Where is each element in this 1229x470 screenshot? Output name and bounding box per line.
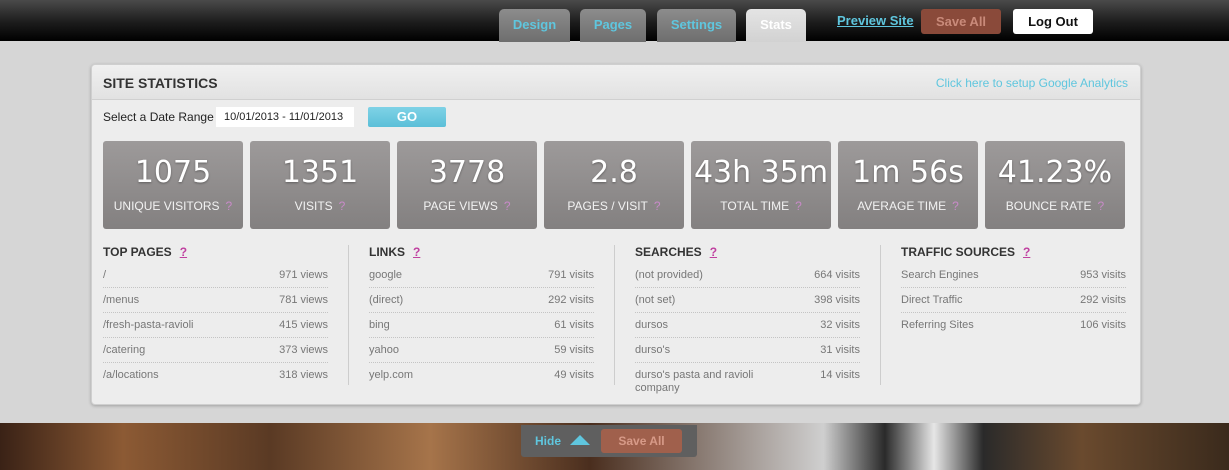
google-analytics-setup-link[interactable]: Click here to setup Google Analytics <box>936 76 1128 90</box>
list-item: durso's pasta and ravioli company 14 visi… <box>635 369 860 394</box>
searches-list: SEARCHES? (not provided) 664 visits (not … <box>635 245 860 397</box>
stat-label: TOTAL TIME? <box>720 199 802 213</box>
list-item: Referring Sites 106 visits <box>901 319 1126 331</box>
go-button[interactable]: GO <box>368 107 446 127</box>
help-icon[interactable]: ? <box>952 199 959 213</box>
tab-pages[interactable]: Pages <box>580 9 646 42</box>
stat-label: BOUNCE RATE? <box>1005 199 1105 213</box>
traffic-sources-list: TRAFFIC SOURCES? Search Engines 953 visit… <box>901 245 1126 338</box>
column-heading: LINKS? <box>369 245 421 259</box>
column-heading: SEARCHES? <box>635 245 718 259</box>
stat-unique-visitors: 1075 UNIQUE VISITORS? <box>103 141 243 229</box>
stat-label: PAGES / VISIT? <box>567 199 661 213</box>
stat-bounce-rate: 41.23% BOUNCE RATE? <box>985 141 1125 229</box>
column-heading: TOP PAGES? <box>103 245 188 259</box>
top-pages-list: TOP PAGES? /971 views /menus 781 views /f… <box>103 245 328 388</box>
stat-value: 1351 <box>281 155 359 190</box>
tab-settings[interactable]: Settings <box>657 9 736 42</box>
panel-title: SITE STATISTICS <box>103 75 218 91</box>
list-item: Search Engines 953 visits <box>901 263 1126 288</box>
list-item: google 791 visits <box>369 263 594 288</box>
tab-stats[interactable]: Stats <box>746 9 806 42</box>
list-item: bing 61 visits <box>369 313 594 338</box>
list-item: dursos 32 visits <box>635 313 860 338</box>
stat-value: 1075 <box>134 155 212 190</box>
help-icon[interactable]: ? <box>1023 245 1030 259</box>
stat-page-views: 3778 PAGE VIEWS? <box>397 141 537 229</box>
list-item: /a/locations 318 views <box>103 369 328 381</box>
help-icon[interactable]: ? <box>654 199 661 213</box>
help-icon[interactable]: ? <box>1098 199 1105 213</box>
list-item: /971 views <box>103 263 328 288</box>
stat-value: 2.8 <box>590 155 638 190</box>
tab-design[interactable]: Design <box>499 9 570 42</box>
column-divider <box>880 245 881 385</box>
stat-label: UNIQUE VISITORS? <box>113 199 233 213</box>
help-icon[interactable]: ? <box>180 245 187 259</box>
help-icon[interactable]: ? <box>339 199 346 213</box>
column-divider <box>348 245 349 385</box>
list-item: /menus 781 views <box>103 288 328 313</box>
column-divider <box>614 245 615 385</box>
list-item: Direct Traffic 292 visits <box>901 288 1126 313</box>
stat-label: AVERAGE TIME? <box>857 199 959 213</box>
stat-value: 3778 <box>428 155 506 190</box>
stat-total-time: 43h 35m TOTAL TIME? <box>691 141 831 229</box>
hide-toolbar-button[interactable]: Hide <box>535 434 561 448</box>
list-item: (direct) 292 visits <box>369 288 594 313</box>
list-item: (not set) 398 visits <box>635 288 860 313</box>
list-item: durso's 31 visits <box>635 338 860 363</box>
links-list: LINKS? google 791 visits (direct) 292 visi… <box>369 245 594 388</box>
save-all-button[interactable]: Save All <box>921 9 1001 34</box>
help-icon[interactable]: ? <box>795 199 802 213</box>
date-range-label: Select a Date Range <box>103 110 214 124</box>
list-item: /fresh-pasta-ravioli 415 views <box>103 313 328 338</box>
list-item: (not provided) 664 visits <box>635 263 860 288</box>
panel-header: SITE STATISTICS Click here to setup Goog… <box>92 65 1140 100</box>
bottom-toolbar: Hide Save All <box>521 425 697 457</box>
column-heading: TRAFFIC SOURCES? <box>901 245 1031 259</box>
stat-label: PAGE VIEWS? <box>423 199 511 213</box>
site-statistics-panel: SITE STATISTICS Click here to setup Goog… <box>91 64 1141 405</box>
triangle-up-icon[interactable] <box>570 435 590 445</box>
stat-visits: 1351 VISITS? <box>250 141 390 229</box>
help-icon[interactable]: ? <box>226 199 233 213</box>
help-icon[interactable]: ? <box>504 199 511 213</box>
stat-pages-per-visit: 2.8 PAGES / VISIT? <box>544 141 684 229</box>
stat-label: VISITS? <box>294 199 346 213</box>
stat-average-time: 1m 56s AVERAGE TIME? <box>838 141 978 229</box>
preview-site-link[interactable]: Preview Site <box>837 13 914 28</box>
help-icon[interactable]: ? <box>710 245 717 259</box>
list-item: yahoo 59 visits <box>369 338 594 363</box>
stat-value: 41.23% <box>997 155 1113 190</box>
stat-value: 43h 35m <box>693 155 829 190</box>
logout-button[interactable]: Log Out <box>1013 9 1093 34</box>
save-all-button-bottom[interactable]: Save All <box>601 429 682 453</box>
stat-value: 1m 56s <box>852 155 964 190</box>
date-range-input[interactable] <box>216 107 354 127</box>
list-item: /catering 373 views <box>103 338 328 363</box>
help-icon[interactable]: ? <box>413 245 420 259</box>
list-item: yelp.com 49 visits <box>369 369 594 381</box>
top-toolbar: Design Pages Settings Stats Preview Site… <box>0 0 1229 42</box>
